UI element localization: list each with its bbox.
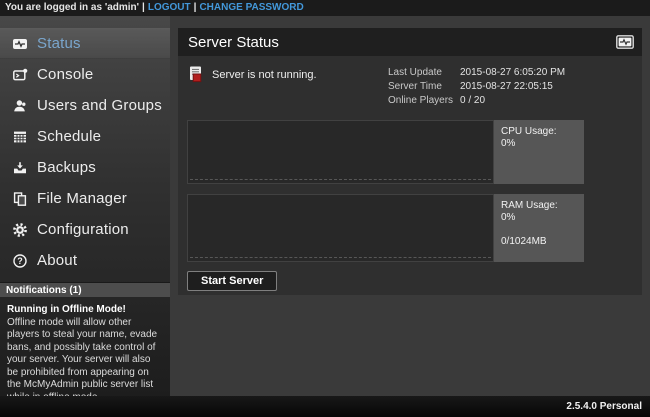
info-value: 2015-08-27 22:05:15 [460, 80, 553, 94]
notifications-body: Running in Offline Mode! Offline mode wi… [0, 298, 170, 410]
separator: | [194, 2, 197, 13]
status-module-icon [616, 35, 634, 49]
info-label: Online Players [388, 94, 460, 108]
panel-content: Server is not running. Last Update 2015-… [178, 56, 642, 295]
sidebar-item-label: Status [37, 35, 81, 52]
info-value: 0 / 20 [460, 94, 485, 108]
status-icon [12, 36, 28, 52]
version-text: 2.5.4.0 Personal [566, 401, 642, 412]
sidebar-item-schedule[interactable]: Schedule [0, 121, 170, 152]
console-icon [12, 67, 28, 83]
separator: | [142, 2, 145, 13]
change-password-link[interactable]: CHANGE PASSWORD [199, 2, 303, 13]
logout-link[interactable]: LOGOUT [148, 2, 191, 13]
sidebar-item-users-and-groups[interactable]: Users and Groups [0, 90, 170, 121]
sidebar-item-label: File Manager [37, 190, 127, 207]
sidebar-item-label: Backups [37, 159, 96, 176]
notification-text: Offline mode will allow other players to… [7, 317, 163, 405]
sidebar-item-console[interactable]: Console [0, 59, 170, 90]
graph-zero-line [190, 257, 491, 258]
ram-usage-detail: 0/1024MB [501, 236, 577, 248]
footer: 2.5.4.0 Personal [0, 396, 650, 417]
logged-in-text: You are logged in as 'admin' [5, 2, 139, 13]
sidebar-item-label: Schedule [37, 128, 101, 145]
ram-usage-box: RAM Usage: 0% 0/1024MB [494, 194, 584, 262]
about-icon: ? [12, 253, 28, 269]
svg-text:?: ? [17, 256, 23, 266]
cpu-usage-row: CPU Usage: 0% [187, 120, 633, 184]
graph-zero-line [190, 179, 491, 180]
info-row-online-players: Online Players 0 / 20 [388, 94, 633, 108]
start-server-button[interactable]: Start Server [187, 271, 277, 291]
server-state: Server is not running. [187, 65, 388, 84]
info-label: Server Time [388, 80, 460, 94]
main-area: Server Status Server is not running. Las… [170, 16, 650, 396]
sidebar-item-status[interactable]: Status [0, 28, 170, 59]
file-manager-icon [12, 191, 28, 207]
notifications-header: Notifications (1) [0, 282, 170, 298]
server-status-message: Server is not running. [212, 69, 317, 81]
configuration-icon [12, 222, 28, 238]
sidebar: Status Console Users and Groups Schedule [0, 16, 170, 396]
users-icon [12, 98, 28, 114]
topbar: You are logged in as 'admin'|LOGOUT|CHAN… [0, 0, 650, 16]
sidebar-item-file-manager[interactable]: File Manager [0, 183, 170, 214]
backups-icon [12, 160, 28, 176]
status-row: Server is not running. Last Update 2015-… [187, 65, 633, 108]
sidebar-item-configuration[interactable]: Configuration [0, 214, 170, 245]
server-status-panel: Server Status Server is not running. Las… [178, 28, 642, 295]
info-value: 2015-08-27 6:05:20 PM [460, 66, 565, 80]
cpu-usage-value: 0% [501, 138, 577, 150]
server-stopped-icon [187, 65, 205, 84]
sidebar-item-backups[interactable]: Backups [0, 152, 170, 183]
notification-title: Running in Offline Mode! [7, 304, 163, 317]
ram-usage-label: RAM Usage: [501, 200, 577, 212]
ram-usage-value: 0% [501, 212, 577, 224]
sidebar-item-label: About [37, 252, 77, 269]
cpu-usage-box: CPU Usage: 0% [494, 120, 584, 184]
panel-header: Server Status [178, 28, 642, 56]
server-info-table: Last Update 2015-08-27 6:05:20 PM Server… [388, 66, 633, 108]
ram-usage-graph [187, 194, 494, 262]
cpu-usage-label: CPU Usage: [501, 126, 577, 138]
schedule-icon [12, 129, 28, 145]
info-row-server-time: Server Time 2015-08-27 22:05:15 [388, 80, 633, 94]
sidebar-menu: Status Console Users and Groups Schedule [0, 16, 170, 276]
sidebar-item-label: Users and Groups [37, 97, 162, 114]
ram-usage-row: RAM Usage: 0% 0/1024MB [187, 194, 633, 262]
sidebar-item-label: Configuration [37, 221, 129, 238]
info-label: Last Update [388, 66, 460, 80]
page-title: Server Status [188, 34, 616, 51]
sidebar-item-about[interactable]: ? About [0, 245, 170, 276]
sidebar-item-label: Console [37, 66, 93, 83]
cpu-usage-graph [187, 120, 494, 184]
info-row-last-update: Last Update 2015-08-27 6:05:20 PM [388, 66, 633, 80]
